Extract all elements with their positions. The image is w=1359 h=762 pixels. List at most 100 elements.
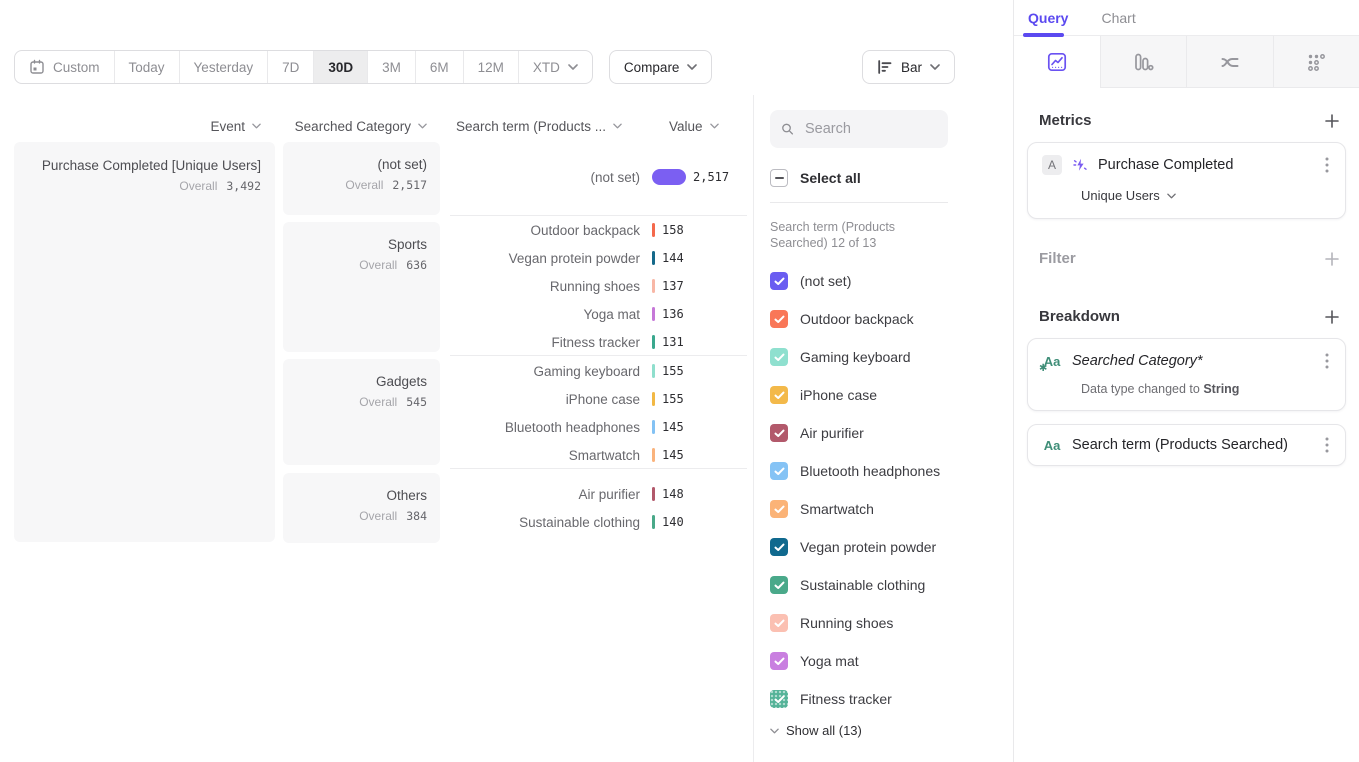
series-checkbox[interactable]	[770, 576, 788, 594]
series-checkbox[interactable]	[770, 462, 788, 480]
search-input[interactable]	[803, 120, 937, 138]
table-row-bluetooth-headphones: Bluetooth headphones145	[450, 413, 747, 441]
breakdown-property-name: Searched Category*	[1072, 353, 1313, 369]
add-metric-button[interactable]	[1325, 114, 1339, 128]
check-icon	[774, 391, 785, 400]
value-bar	[652, 307, 655, 321]
series-item-yoga-mat[interactable]: Yoga mat	[770, 642, 1013, 680]
series-label: iPhone case	[800, 387, 877, 403]
column-header-label: Searched Category	[295, 119, 411, 134]
view-tab-flows[interactable]	[1186, 36, 1273, 88]
breakdown-menu-button[interactable]	[1323, 435, 1331, 455]
column-header-searched-category[interactable]: Searched Category	[283, 116, 427, 136]
select-all-row[interactable]: Select all	[770, 169, 1013, 187]
date-range-12m[interactable]: 12M	[463, 51, 518, 83]
add-breakdown-button[interactable]	[1325, 310, 1339, 324]
view-tab-bar-chart[interactable]	[1100, 36, 1187, 88]
date-range-control: CustomTodayYesterday7D30D3M6M12MXTD	[14, 50, 593, 84]
value-bar	[652, 515, 655, 529]
date-range-6m[interactable]: 6M	[415, 51, 463, 83]
column-header-value[interactable]: Value	[669, 116, 719, 136]
series-item-vegan-protein-powder[interactable]: Vegan protein powder	[770, 528, 1013, 566]
term-value: 136	[662, 307, 684, 321]
table-row-not-set: (not set)2,517	[450, 163, 747, 191]
series-item-gaming-keyboard[interactable]: Gaming keyboard	[770, 338, 1013, 376]
series-list-label: Search term (Products Searched) 12 of 13	[770, 219, 948, 251]
select-all-checkbox[interactable]	[770, 169, 788, 187]
series-label: Yoga mat	[800, 653, 859, 669]
metrics-heading: Metrics	[1039, 112, 1092, 129]
series-item-iphone-case[interactable]: iPhone case	[770, 376, 1013, 414]
show-all-button[interactable]: Show all (13)	[770, 723, 1013, 738]
series-checkbox[interactable]	[770, 272, 788, 290]
plus-icon	[1325, 114, 1339, 128]
series-checkbox[interactable]	[770, 538, 788, 556]
tab-chart[interactable]: Chart	[1101, 10, 1135, 26]
view-tab-retention[interactable]	[1273, 36, 1359, 88]
date-range-xtd[interactable]: XTD	[518, 51, 592, 83]
chevron-down-icon	[613, 123, 622, 129]
column-header-search-term[interactable]: Search term (Products ...	[456, 116, 622, 136]
term-label: Running shoes	[450, 279, 640, 294]
date-range-today[interactable]: Today	[114, 51, 179, 83]
series-checkbox[interactable]	[770, 348, 788, 366]
metric-menu-button[interactable]	[1323, 155, 1331, 175]
series-item-bluetooth-headphones[interactable]: Bluetooth headphones	[770, 452, 1013, 490]
category-cell-not-set: (not set)Overall2,517	[283, 142, 440, 215]
overall-label: Overall	[359, 395, 397, 409]
breakdown-property-name: Search term (Products Searched)	[1072, 437, 1313, 453]
series-search-box[interactable]	[770, 110, 948, 148]
series-item-sustainable-clothing[interactable]: Sustainable clothing	[770, 566, 1013, 604]
date-range-7d[interactable]: 7D	[267, 51, 313, 83]
chevron-down-icon	[930, 64, 940, 70]
term-value: 145	[662, 420, 684, 434]
event-spark-icon	[1072, 157, 1088, 173]
series-label: Bluetooth headphones	[800, 463, 940, 479]
series-checkbox[interactable]	[770, 690, 788, 708]
series-checkbox[interactable]	[770, 500, 788, 518]
flows-icon	[1219, 51, 1241, 73]
active-tab-underline	[1023, 33, 1064, 37]
chart-type-button[interactable]: Bar	[862, 50, 955, 84]
overall-label: Overall	[359, 258, 397, 272]
filter-heading-row: Filter	[1014, 250, 1359, 267]
check-icon	[774, 467, 785, 476]
date-range-3m[interactable]: 3M	[367, 51, 415, 83]
date-range-custom[interactable]: Custom	[15, 51, 114, 83]
series-item-air-purifier[interactable]: Air purifier	[770, 414, 1013, 452]
string-property-icon: Aa✱	[1042, 354, 1062, 369]
compare-button[interactable]: Compare	[609, 50, 713, 84]
series-checkbox[interactable]	[770, 614, 788, 632]
value-bar	[652, 364, 655, 378]
breakdown-menu-button[interactable]	[1323, 351, 1331, 371]
term-label: Outdoor backpack	[450, 223, 640, 238]
query-panel-tabs: Query Chart	[1014, 0, 1359, 36]
series-item-smartwatch[interactable]: Smartwatch	[770, 490, 1013, 528]
date-range-yesterday[interactable]: Yesterday	[179, 51, 268, 83]
term-label: Smartwatch	[450, 448, 640, 463]
tab-query[interactable]: Query	[1028, 10, 1068, 26]
add-filter-button[interactable]	[1325, 252, 1339, 266]
table-row-yoga-mat: Yoga mat136	[450, 300, 747, 328]
value-bar	[652, 448, 655, 462]
retention-grid-icon	[1305, 51, 1327, 73]
series-checkbox[interactable]	[770, 652, 788, 670]
value-bar	[652, 251, 655, 265]
plus-icon	[1325, 252, 1339, 266]
series-checkbox[interactable]	[770, 386, 788, 404]
check-icon	[774, 353, 785, 362]
series-item-not-set[interactable]: (not set)	[770, 262, 1013, 300]
value-bar	[652, 420, 655, 434]
view-tab-insights[interactable]	[1014, 36, 1100, 88]
column-header-event[interactable]: Event	[14, 116, 261, 136]
series-checkbox[interactable]	[770, 424, 788, 442]
metric-letter-badge: A	[1042, 155, 1062, 175]
column-header-label: Search term (Products ...	[456, 119, 606, 134]
series-item-fitness-tracker[interactable]: Fitness tracker	[770, 680, 1013, 718]
series-list: (not set)Outdoor backpackGaming keyboard…	[770, 262, 1013, 718]
aggregation-dropdown[interactable]: Unique Users	[1081, 188, 1331, 203]
series-item-running-shoes[interactable]: Running shoes	[770, 604, 1013, 642]
series-item-outdoor-backpack[interactable]: Outdoor backpack	[770, 300, 1013, 338]
date-range-30d[interactable]: 30D	[313, 51, 367, 83]
series-checkbox[interactable]	[770, 310, 788, 328]
